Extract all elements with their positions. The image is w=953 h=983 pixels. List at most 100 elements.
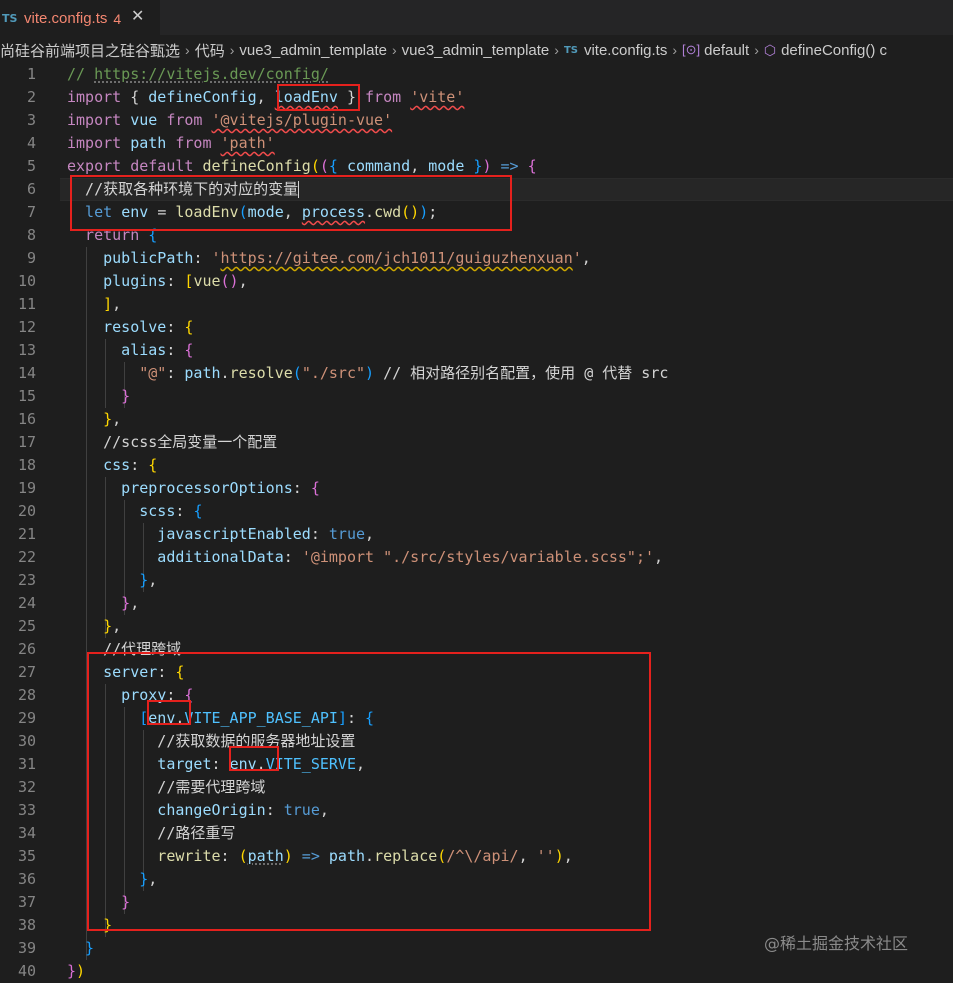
- tab-filename[interactable]: vite.config.ts: [24, 10, 107, 27]
- code-token: {: [184, 341, 194, 359]
- breadcrumb-item-folder-code[interactable]: 代码: [195, 40, 225, 61]
- code-token: resolve: [229, 364, 293, 382]
- code-token: '@import "./src/styles/variable.scss";': [301, 548, 655, 566]
- code-line: 18 css: {: [0, 454, 953, 477]
- code-token: plugins: [67, 272, 167, 290]
- code-token: alias: [67, 341, 167, 359]
- code-token: :: [193, 249, 212, 267]
- code-line: 23 },: [0, 569, 953, 592]
- code-token: preprocessorOptions: [67, 479, 293, 497]
- code-text: additionalData: '@import "./src/styles/v…: [67, 546, 663, 569]
- code-line: 4 import path from 'path': [0, 132, 953, 155]
- code-token: :: [292, 479, 311, 497]
- breadcrumb-item-default[interactable]: default: [704, 42, 749, 59]
- code-token: ,: [654, 548, 664, 566]
- code-token: "@": [67, 364, 167, 382]
- line-number: 22: [17, 548, 36, 566]
- code-text: ],: [67, 293, 121, 316]
- breadcrumb-item-project[interactable]: 尚硅谷前端项目之硅谷甄选: [0, 40, 180, 61]
- line-number: 25: [17, 617, 36, 635]
- line-number: 31: [17, 755, 36, 773]
- tab-vite-config[interactable]: TS vite.config.ts 4 ✕: [0, 0, 160, 36]
- line-number: 23: [17, 571, 36, 589]
- breadcrumb-item-subfolder-template[interactable]: vue3_admin_template: [402, 42, 550, 59]
- watermark: @稀土掘金技术社区: [764, 934, 909, 953]
- line-number: 39: [17, 939, 36, 957]
- code-token: ,: [581, 249, 591, 267]
- problems-count-badge: 4: [113, 10, 122, 27]
- highlight-box-loadenv: [277, 84, 360, 111]
- line-number: 4: [26, 134, 36, 152]
- line-number: 6: [26, 180, 36, 198]
- code-token: 'path': [220, 134, 275, 152]
- code-token: :: [166, 364, 185, 382]
- breadcrumb-item-defineconfig[interactable]: defineConfig() c: [781, 42, 887, 59]
- close-icon[interactable]: ✕: [131, 6, 144, 25]
- line-number: 7: [26, 203, 36, 221]
- code-token: ,: [112, 410, 122, 428]
- breadcrumb-item-file[interactable]: vite.config.ts: [584, 42, 667, 59]
- code-text: }: [67, 937, 94, 960]
- code-token: import: [67, 88, 131, 106]
- code-line: 11 ],: [0, 293, 953, 316]
- line-number: 26: [17, 640, 36, 658]
- code-text: plugins: [vue(),: [67, 270, 248, 293]
- code-token: //: [67, 65, 95, 83]
- line-number: 17: [17, 433, 36, 451]
- code-token: // 相对路径别名配置，使用 @ 代替 src: [374, 364, 669, 382]
- code-token: mode: [428, 157, 474, 175]
- line-number: 36: [17, 870, 36, 888]
- code-token: resolve: [67, 318, 167, 336]
- code-line: 10 plugins: [vue(),: [0, 270, 953, 293]
- code-token: additionalData: [67, 548, 284, 566]
- code-token: (: [319, 157, 329, 175]
- code-token: https://vitejs.dev/config/: [94, 65, 329, 83]
- code-token: ]: [67, 295, 113, 313]
- code-token: =>: [491, 157, 528, 175]
- code-text: import { defineConfig, loadEnv } from 'v…: [67, 86, 464, 109]
- code-line: 25 },: [0, 615, 953, 638]
- code-text: "@": path.resolve("./src") // 相对路径别名配置，使…: [67, 362, 668, 385]
- code-text: },: [67, 615, 121, 638]
- code-token: export default: [67, 157, 203, 175]
- code-line: 22 additionalData: '@import "./src/style…: [0, 546, 953, 569]
- code-line: 24 },: [0, 592, 953, 615]
- code-token: 'vite': [410, 88, 465, 106]
- code-text: preprocessorOptions: {: [67, 477, 320, 500]
- line-number: 5: [26, 157, 36, 175]
- line-number: 8: [26, 226, 36, 244]
- code-token: (: [310, 157, 320, 175]
- code-token: {: [130, 88, 149, 106]
- line-number: 9: [26, 249, 36, 267]
- code-text: publicPath: 'https://gitee.com/jch1011/g…: [67, 247, 591, 270]
- line-number: 19: [17, 479, 36, 497]
- code-text: javascriptEnabled: true,: [67, 523, 374, 546]
- code-line: 40}): [0, 960, 953, 983]
- code-token: scss: [67, 502, 176, 520]
- code-line: 12 resolve: {: [0, 316, 953, 339]
- line-number: 1: [26, 65, 36, 83]
- line-number: 10: [17, 272, 36, 290]
- chevron-right-icon: ›: [754, 42, 759, 58]
- code-token: :: [130, 456, 149, 474]
- code-token: command: [346, 157, 411, 175]
- code-text: import vue from '@vitejs/plugin-vue': [67, 109, 392, 132]
- line-number: 33: [17, 801, 36, 819]
- line-number: 35: [17, 847, 36, 865]
- code-token: import: [67, 111, 131, 129]
- symbol-method-icon: ⬡: [763, 41, 777, 58]
- tab-bar: TS vite.config.ts 4 ✕: [0, 0, 953, 36]
- code-line: 3 import vue from '@vitejs/plugin-vue': [0, 109, 953, 132]
- chevron-right-icon: ›: [391, 42, 397, 58]
- code-line: 21 javascriptEnabled: true,: [0, 523, 953, 546]
- code-token: from: [166, 111, 212, 129]
- code-token: {: [148, 456, 158, 474]
- code-token: publicPath: [67, 249, 194, 267]
- code-token: defineConfig: [202, 157, 311, 175]
- code-token: ': [572, 249, 582, 267]
- line-number: 28: [17, 686, 36, 704]
- breadcrumb-item-folder-template[interactable]: vue3_admin_template: [239, 42, 387, 59]
- code-token: //scss全局变量一个配置: [67, 433, 278, 451]
- code-token: from: [365, 88, 411, 106]
- line-number: 16: [17, 410, 36, 428]
